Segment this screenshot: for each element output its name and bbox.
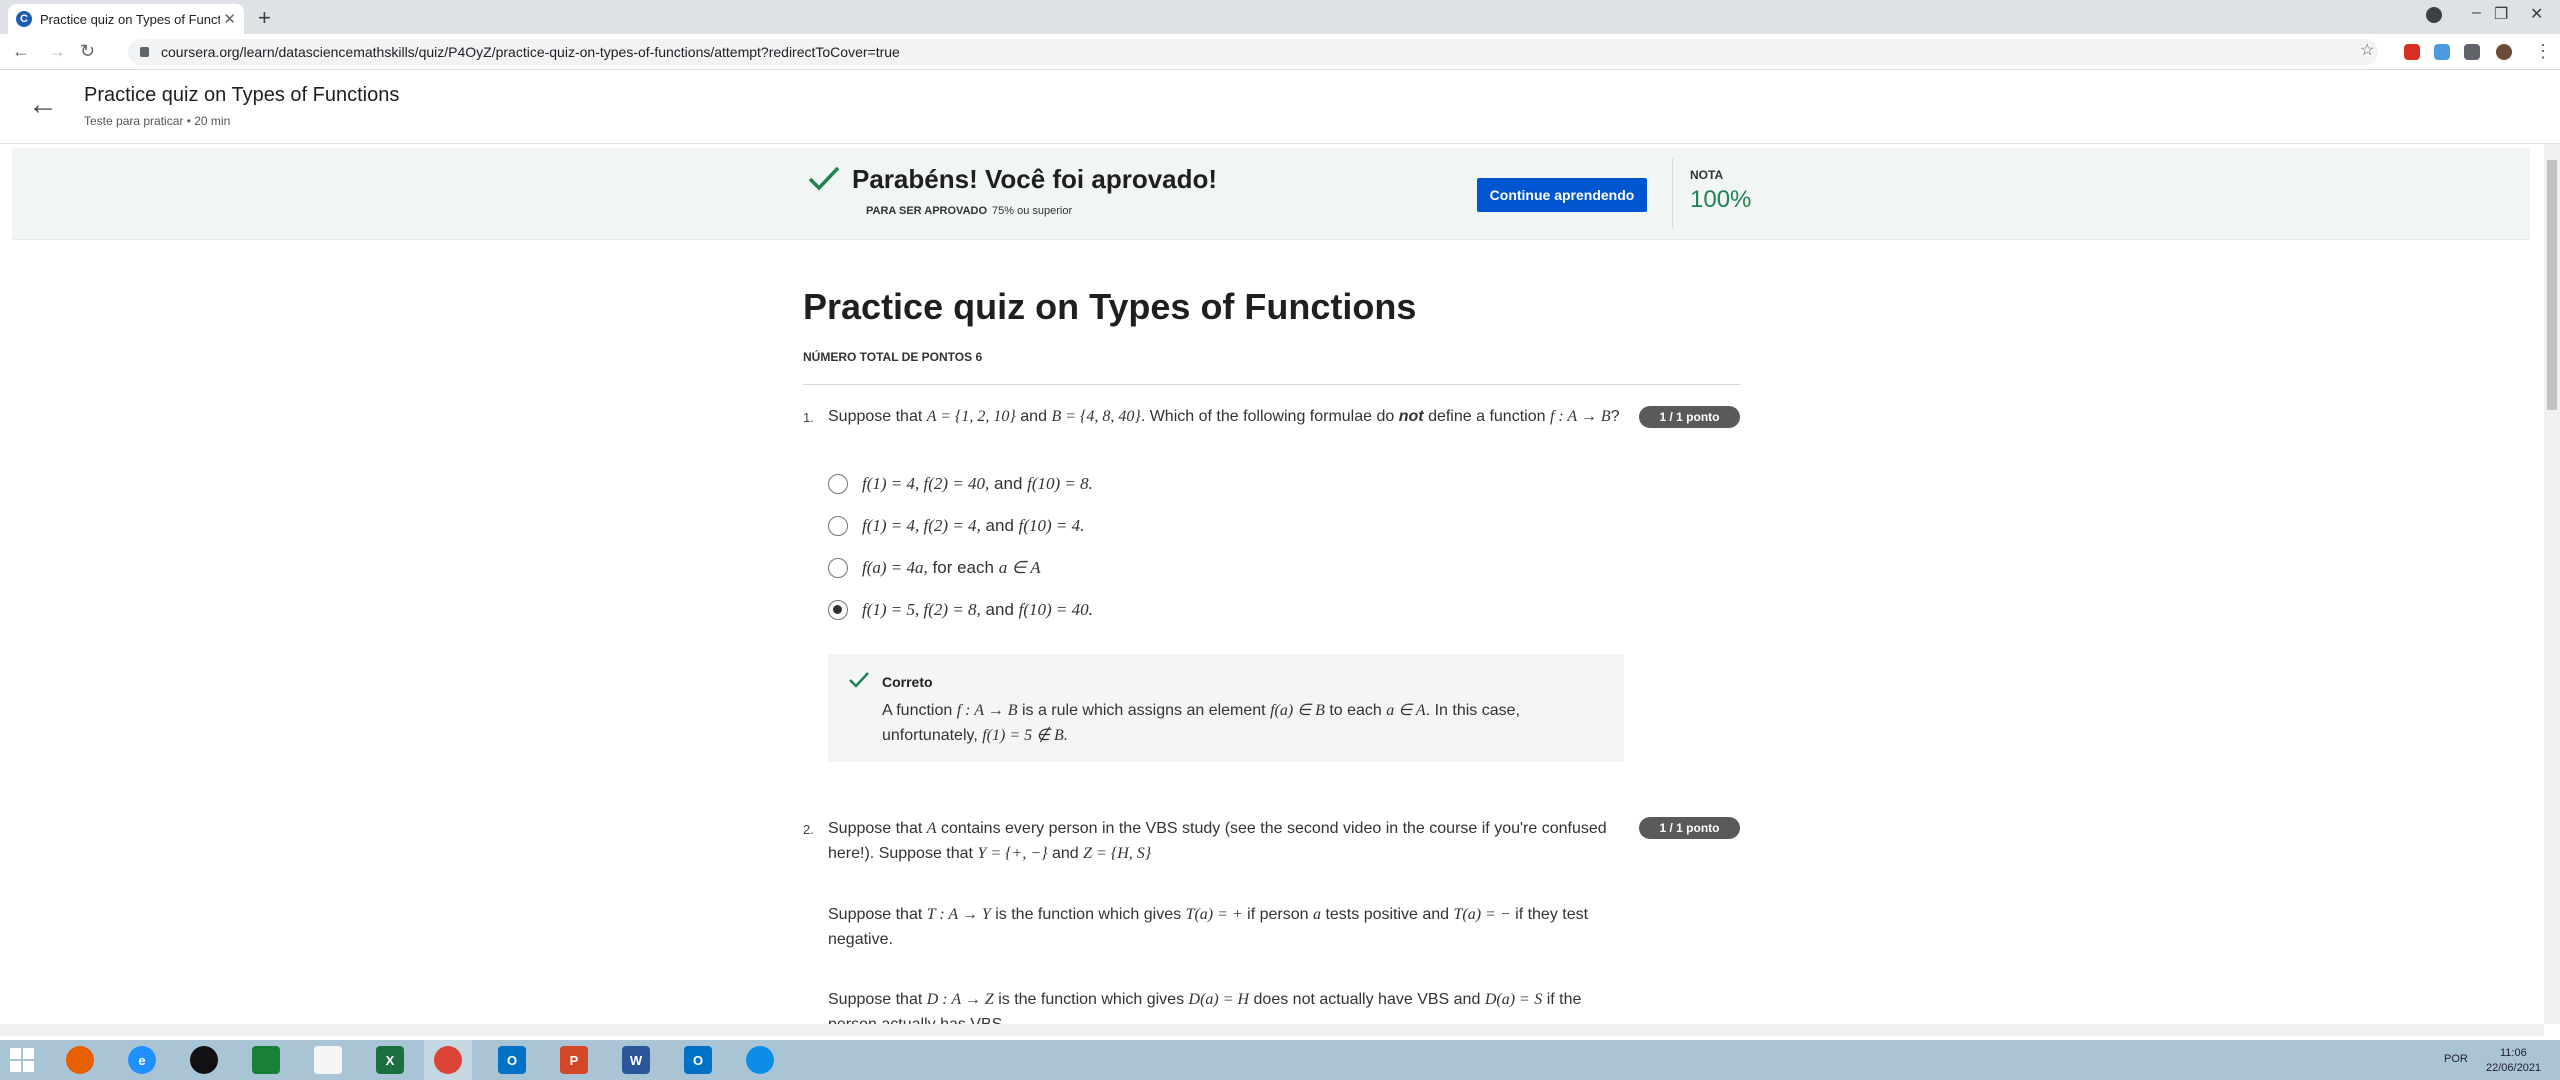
continue-learning-button[interactable]: Continue aprendendo [1477,178,1647,212]
edge-icon[interactable] [746,1046,774,1074]
windows-taskbar: e X O P W O [0,1040,2560,1080]
radio-button[interactable] [828,558,848,578]
cloud-extension-icon[interactable] [2434,44,2450,60]
extension-icon[interactable] [2404,44,2420,60]
internet-explorer-icon[interactable]: e [128,1046,156,1074]
word-icon[interactable]: W [622,1046,650,1074]
question-2-paragraph-3: Suppose that D : A → Z is the function w… [828,991,1582,1024]
requirement-label: PARA SER APROVADO [866,205,988,217]
answer-option-selected[interactable]: f(1) = 5, f(2) = 8, and f(10) = 40. [828,597,1093,623]
question-1-text: Suppose that A = {1, 2, 10} and B = {4, … [828,408,1620,425]
restore-icon[interactable]: ❐ [2494,4,2508,24]
browser-toolbar: ← → ↻ coursera.org/learn/datasciencemath… [0,34,2560,70]
check-icon [849,672,869,688]
horizontal-scrollbar[interactable] [0,1024,2544,1036]
clock-time[interactable]: 11:06 [2500,1047,2527,1059]
tab-title: Practice quiz on Types of Functions [40,11,220,27]
profile-avatar[interactable] [2496,44,2512,60]
language-indicator[interactable]: POR [2444,1053,2468,1065]
scrollbar-thumb[interactable] [2547,160,2557,410]
tab-search-icon[interactable] [2426,7,2442,23]
menu-dots-icon[interactable]: ⋮ [2534,41,2552,62]
minimize-icon[interactable]: – [2472,4,2481,22]
reload-icon[interactable]: ↻ [80,41,95,62]
new-tab-icon[interactable]: + [258,5,271,31]
header-title: Practice quiz on Types of Functions [84,84,400,106]
course-header: ← Practice quiz on Types of Functions Te… [0,70,2560,144]
coursera-favicon-icon: C [16,11,32,27]
extensions-puzzle-icon[interactable] [2464,44,2480,60]
question-number: 1. [803,410,814,425]
feedback-label: Correto [882,674,933,690]
divider [803,384,1740,385]
grade-value: 100% [1690,186,1752,213]
excel-icon[interactable]: X [376,1046,404,1074]
file-icon[interactable] [314,1046,342,1074]
feedback-text: A function f : A → B is a rule which ass… [882,702,1520,744]
quiz-title: Practice quiz on Types of Functions [803,286,1417,327]
question-number: 2. [803,822,814,837]
question-2-paragraph-2: Suppose that T : A → Y is the function w… [828,906,1589,948]
question-2-text: Suppose that A contains every person in … [828,820,1607,862]
firefox-icon[interactable] [66,1046,94,1074]
sheets-icon[interactable] [252,1046,280,1074]
bookmark-star-icon[interactable]: ☆ [2360,40,2374,60]
pass-banner: Parabéns! Você foi aprovado! PARA SER AP… [12,148,2530,240]
chrome-icon[interactable] [434,1046,462,1074]
forward-icon[interactable]: → [48,41,66,62]
header-subtitle: Teste para praticar • 20 min [84,114,231,128]
answer-option[interactable]: f(1) = 4, f(2) = 40, and f(10) = 8. [828,471,1093,497]
back-arrow-icon[interactable]: ← [28,88,58,122]
clock-date[interactable]: 22/06/2021 [2486,1062,2541,1074]
outlook-icon[interactable]: O [498,1046,526,1074]
close-tab-icon[interactable]: ✕ [223,10,236,28]
divider [1672,158,1673,228]
browser-tab-strip: C Practice quiz on Types of Functions ✕ … [0,0,2560,34]
close-window-icon[interactable]: ✕ [2530,4,2543,24]
pass-requirement: PARA SER APROVADO 75% ou superior [866,205,1072,217]
lock-icon [140,47,149,57]
url-text: coursera.org/learn/datasciencemathskills… [161,44,900,60]
pass-message: Parabéns! Você foi aprovado! [852,164,1218,194]
score-badge: 1 / 1 ponto [1639,817,1740,839]
obs-icon[interactable] [190,1046,218,1074]
windows-start-icon[interactable] [8,1046,36,1074]
back-icon[interactable]: ← [12,41,30,62]
check-icon [808,166,840,191]
radio-button[interactable] [828,516,848,536]
grade-label: NOTA [1690,168,1724,182]
outlook-icon[interactable]: O [684,1046,712,1074]
vertical-scrollbar[interactable] [2544,144,2560,1024]
answer-option[interactable]: f(a) = 4a, for each a ∈ A [828,555,1041,581]
total-points: NÚMERO TOTAL DE PONTOS 6 [803,350,983,364]
requirement-value: 75% ou superior [992,205,1073,217]
address-bar[interactable]: coursera.org/learn/datasciencemathskills… [128,39,2378,65]
radio-button[interactable] [828,474,848,494]
powerpoint-icon[interactable]: P [560,1046,588,1074]
answer-option[interactable]: f(1) = 4, f(2) = 4, and f(10) = 4. [828,513,1084,539]
score-badge: 1 / 1 ponto [1639,406,1740,428]
feedback-box: Correto A function f : A → B is a rule w… [828,654,1624,762]
radio-button-selected[interactable] [828,600,848,620]
browser-tab[interactable]: C Practice quiz on Types of Functions ✕ [8,4,244,34]
